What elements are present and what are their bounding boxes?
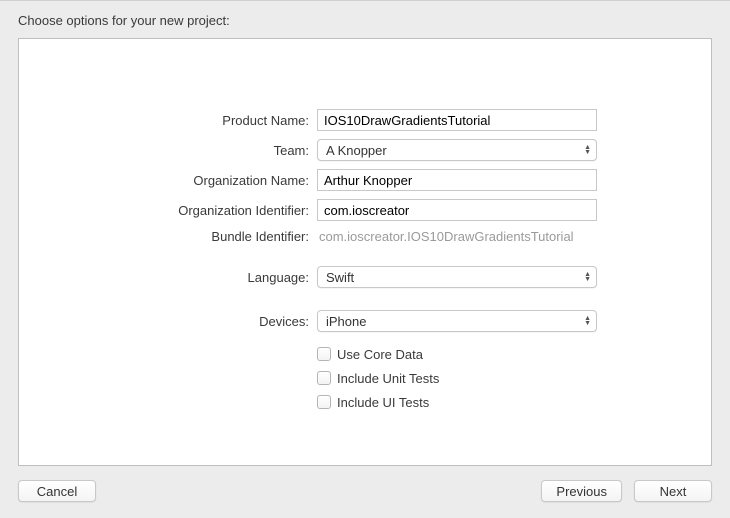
include-ui-tests-label: Include UI Tests — [337, 395, 429, 410]
organization-identifier-field[interactable] — [317, 199, 597, 221]
devices-popup[interactable]: iPhone ▲▼ — [317, 310, 597, 332]
checkbox-icon[interactable] — [317, 395, 331, 409]
team-popup[interactable]: A Knopper ▲▼ — [317, 139, 597, 161]
previous-button[interactable]: Previous — [541, 480, 622, 502]
checkbox-icon[interactable] — [317, 371, 331, 385]
include-unit-tests-label: Include Unit Tests — [337, 371, 439, 386]
content-frame: Product Name: Team: A Knopper ▲▼ Organiz… — [18, 38, 712, 466]
team-label: Team: — [79, 143, 309, 158]
organization-identifier-label: Organization Identifier: — [79, 203, 309, 218]
checkbox-group: Use Core Data Include Unit Tests Include… — [317, 344, 597, 412]
include-ui-tests-row[interactable]: Include UI Tests — [317, 392, 597, 412]
organization-name-label: Organization Name: — [79, 173, 309, 188]
updown-arrows-icon: ▲▼ — [584, 272, 591, 282]
use-core-data-label: Use Core Data — [337, 347, 423, 362]
team-value: A Knopper — [326, 143, 387, 158]
language-popup[interactable]: Swift ▲▼ — [317, 266, 597, 288]
dialog-heading: Choose options for your new project: — [0, 1, 730, 38]
cancel-button[interactable]: Cancel — [18, 480, 96, 502]
include-unit-tests-row[interactable]: Include Unit Tests — [317, 368, 597, 388]
devices-value: iPhone — [326, 314, 366, 329]
organization-name-field[interactable] — [317, 169, 597, 191]
dialog-footer: Cancel Previous Next — [0, 466, 730, 518]
next-button[interactable]: Next — [634, 480, 712, 502]
use-core-data-row[interactable]: Use Core Data — [317, 344, 597, 364]
devices-label: Devices: — [79, 314, 309, 329]
options-form: Product Name: Team: A Knopper ▲▼ Organiz… — [79, 109, 651, 412]
product-name-field[interactable] — [317, 109, 597, 131]
project-options-dialog: Choose options for your new project: Pro… — [0, 0, 730, 518]
checkbox-icon[interactable] — [317, 347, 331, 361]
updown-arrows-icon: ▲▼ — [584, 145, 591, 155]
updown-arrows-icon: ▲▼ — [584, 316, 591, 326]
bundle-identifier-value: com.ioscreator.IOS10DrawGradientsTutoria… — [317, 229, 597, 244]
language-value: Swift — [326, 270, 354, 285]
product-name-label: Product Name: — [79, 113, 309, 128]
language-label: Language: — [79, 270, 309, 285]
bundle-identifier-label: Bundle Identifier: — [79, 229, 309, 244]
